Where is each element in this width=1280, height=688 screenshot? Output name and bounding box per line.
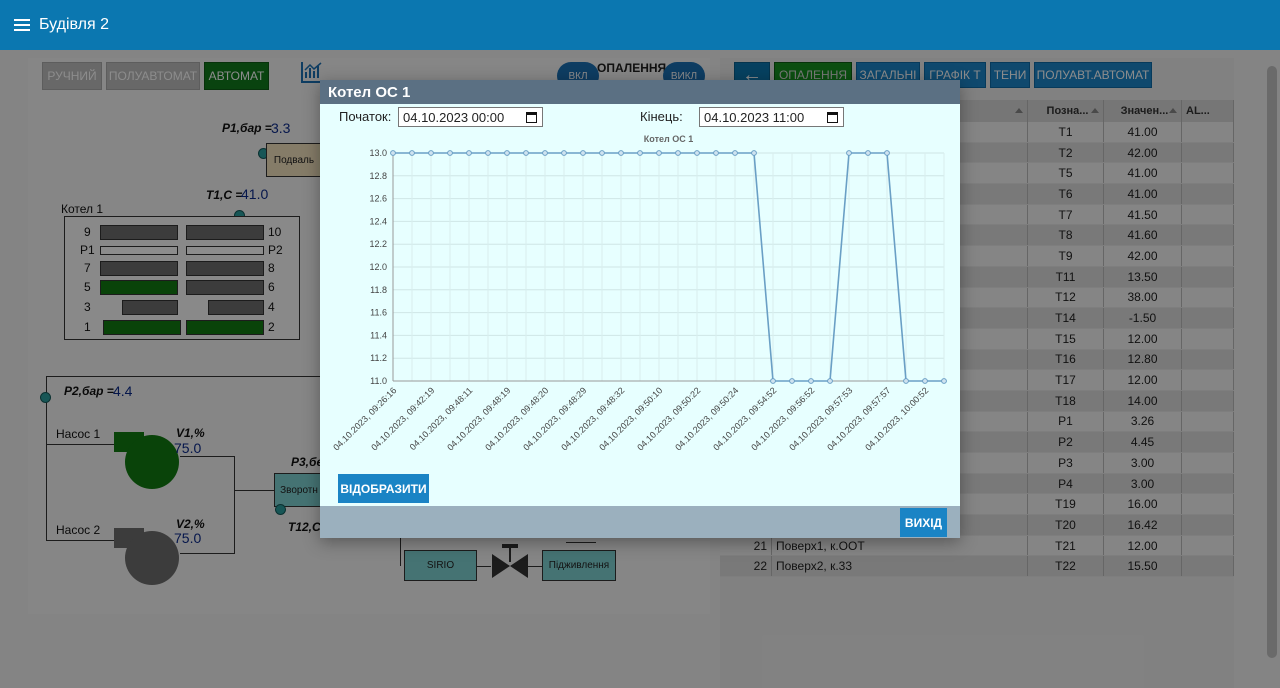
line-chart: Котел ОС 1 13.0 12.8 12.6 12.4 12.2 12.0 11.8 11… [331, 134, 947, 453]
chart-title: Котел ОС 1 [644, 134, 693, 144]
data-point [922, 378, 928, 384]
x-tick-label: 04.10.2023, 09:48:32 [559, 385, 626, 452]
y-tick-label: 11.4 [370, 330, 387, 340]
data-point [694, 150, 700, 156]
x-tick-label: 04.10.2023, 09:50:24 [673, 385, 740, 452]
y-tick-label: 12.0 [369, 262, 387, 272]
y-tick-label: 12.2 [369, 239, 387, 249]
y-tick-label: 11.2 [370, 353, 387, 363]
data-point [523, 150, 529, 156]
x-tick-label: 04.10.2023, 09:57:53 [787, 385, 854, 452]
x-tick-label: 04.10.2023, 09:48:19 [445, 385, 512, 452]
data-point [770, 378, 776, 384]
data-point [428, 150, 434, 156]
exit-button[interactable]: ВИХІД [900, 508, 947, 537]
x-tick-label: 04.10.2023, 10:00:52 [863, 385, 930, 452]
data-point [542, 150, 548, 156]
data-point [941, 378, 947, 384]
app-title: Будівля 2 [39, 16, 109, 33]
x-tick-label: 04.10.2023, 09:48:11 [408, 385, 475, 452]
data-point [827, 378, 833, 384]
data-point [884, 150, 890, 156]
data-point [580, 150, 586, 156]
y-tick-label: 12.6 [369, 194, 387, 204]
data-point [846, 150, 852, 156]
data-point [485, 150, 491, 156]
data-point [390, 150, 396, 156]
dialog-footer [320, 506, 960, 538]
calendar-icon[interactable] [827, 112, 838, 123]
y-tick-label: 13.0 [369, 148, 387, 158]
x-tick-label: 04.10.2023, 09:57:57 [825, 385, 892, 452]
data-point [675, 150, 681, 156]
data-point [808, 378, 814, 384]
y-tick-label: 11.0 [370, 376, 387, 386]
x-tick-label: 04.10.2023, 09:42:19 [369, 385, 436, 452]
y-tick-label: 12.8 [369, 171, 387, 181]
data-point [599, 150, 605, 156]
data-point [447, 150, 453, 156]
start-label: Початок: [339, 109, 392, 124]
calendar-icon[interactable] [526, 112, 537, 123]
data-point [751, 150, 757, 156]
data-point [865, 150, 871, 156]
data-point [504, 150, 510, 156]
app-header: Будівля 2 [0, 0, 1280, 50]
data-point [732, 150, 738, 156]
end-datetime-input[interactable]: 04.10.2023 11:00 [699, 107, 844, 127]
chart-dialog: Котел ОС 1 Початок: 04.10.2023 00:00 Кін… [320, 80, 960, 538]
x-tick-label: 04.10.2023, 09:26:16 [331, 385, 398, 452]
x-tick-label: 04.10.2023, 09:50:10 [597, 385, 664, 452]
x-tick-label: 04.10.2023, 09:48:29 [521, 385, 588, 452]
data-point [561, 150, 567, 156]
data-point [466, 150, 472, 156]
y-tick-label: 12.4 [369, 216, 387, 226]
data-point [409, 150, 415, 156]
data-point [789, 378, 795, 384]
y-tick-label: 11.6 [370, 308, 387, 318]
x-tick-label: 04.10.2023, 09:56:52 [749, 385, 816, 452]
data-point [656, 150, 662, 156]
dialog-title: Котел ОС 1 [320, 80, 960, 104]
data-point [637, 150, 643, 156]
y-tick-label: 11.8 [370, 285, 387, 295]
data-point [903, 378, 909, 384]
end-label: Кінець: [640, 109, 683, 124]
data-point [618, 150, 624, 156]
start-datetime-input[interactable]: 04.10.2023 00:00 [398, 107, 543, 127]
show-button[interactable]: ВІДОБРАЗИТИ [338, 474, 429, 503]
x-tick-label: 04.10.2023, 09:54:52 [711, 385, 778, 452]
menu-icon[interactable] [14, 19, 30, 31]
data-point [713, 150, 719, 156]
x-tick-label: 04.10.2023, 09:50:22 [635, 385, 702, 452]
x-tick-label: 04.10.2023, 09:48:20 [483, 385, 550, 452]
